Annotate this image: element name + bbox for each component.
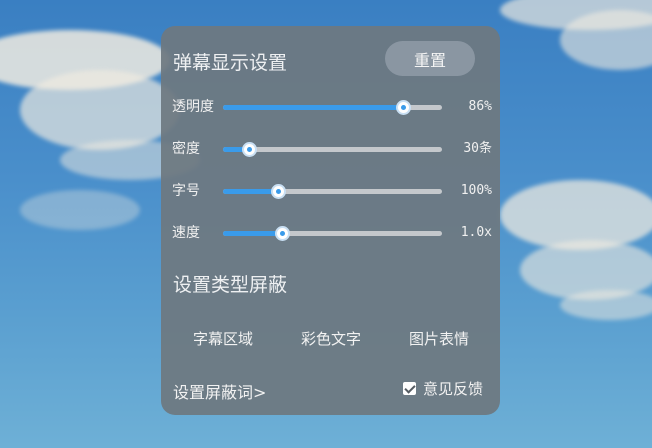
opacity-slider[interactable] <box>223 100 442 115</box>
speed-value: 1.0x <box>460 225 492 240</box>
opacity-value: 86% <box>468 99 492 114</box>
font-size-slider-row: 字号 100% <box>172 181 492 201</box>
danmaku-settings-panel: 弹幕显示设置 重置 透明度 86% 密度 30条 字号 100% 速度 1.0x <box>161 26 500 415</box>
speed-slider-fill <box>223 231 283 236</box>
speed-slider-thumb[interactable] <box>275 226 291 241</box>
density-slider-row: 密度 30条 <box>172 139 492 159</box>
speed-slider[interactable] <box>223 226 442 241</box>
font-size-slider-thumb[interactable] <box>270 184 286 199</box>
opacity-slider-row: 透明度 86% <box>172 97 492 117</box>
density-slider[interactable] <box>223 142 442 157</box>
speed-label: 速度 <box>172 225 200 241</box>
font-size-value: 100% <box>460 183 492 198</box>
opacity-slider-thumb[interactable] <box>395 100 411 115</box>
reset-button[interactable]: 重置 <box>385 41 475 76</box>
font-size-slider-fill <box>223 189 278 194</box>
opacity-label: 透明度 <box>172 99 214 115</box>
density-value: 30条 <box>463 141 492 156</box>
font-size-slider[interactable] <box>223 184 442 199</box>
block-color-text-option[interactable]: 彩色文字 <box>301 328 361 349</box>
feedback-toggle[interactable]: 意见反馈 <box>403 378 483 399</box>
feedback-label: 意见反馈 <box>423 380 484 398</box>
block-words-link[interactable]: 设置屏蔽词> <box>173 379 266 403</box>
block-subtitle-area-option[interactable]: 字幕区域 <box>193 328 253 349</box>
density-slider-thumb[interactable] <box>242 142 258 157</box>
density-label: 密度 <box>172 141 200 157</box>
opacity-slider-fill <box>223 105 403 110</box>
panel-title: 弹幕显示设置 <box>173 52 288 74</box>
block-types-title: 设置类型屏蔽 <box>173 274 288 296</box>
block-image-emoji-option[interactable]: 图片表情 <box>409 328 469 349</box>
speed-slider-row: 速度 1.0x <box>172 223 492 243</box>
checkbox-checked-icon[interactable] <box>403 382 416 395</box>
font-size-label: 字号 <box>172 183 200 199</box>
